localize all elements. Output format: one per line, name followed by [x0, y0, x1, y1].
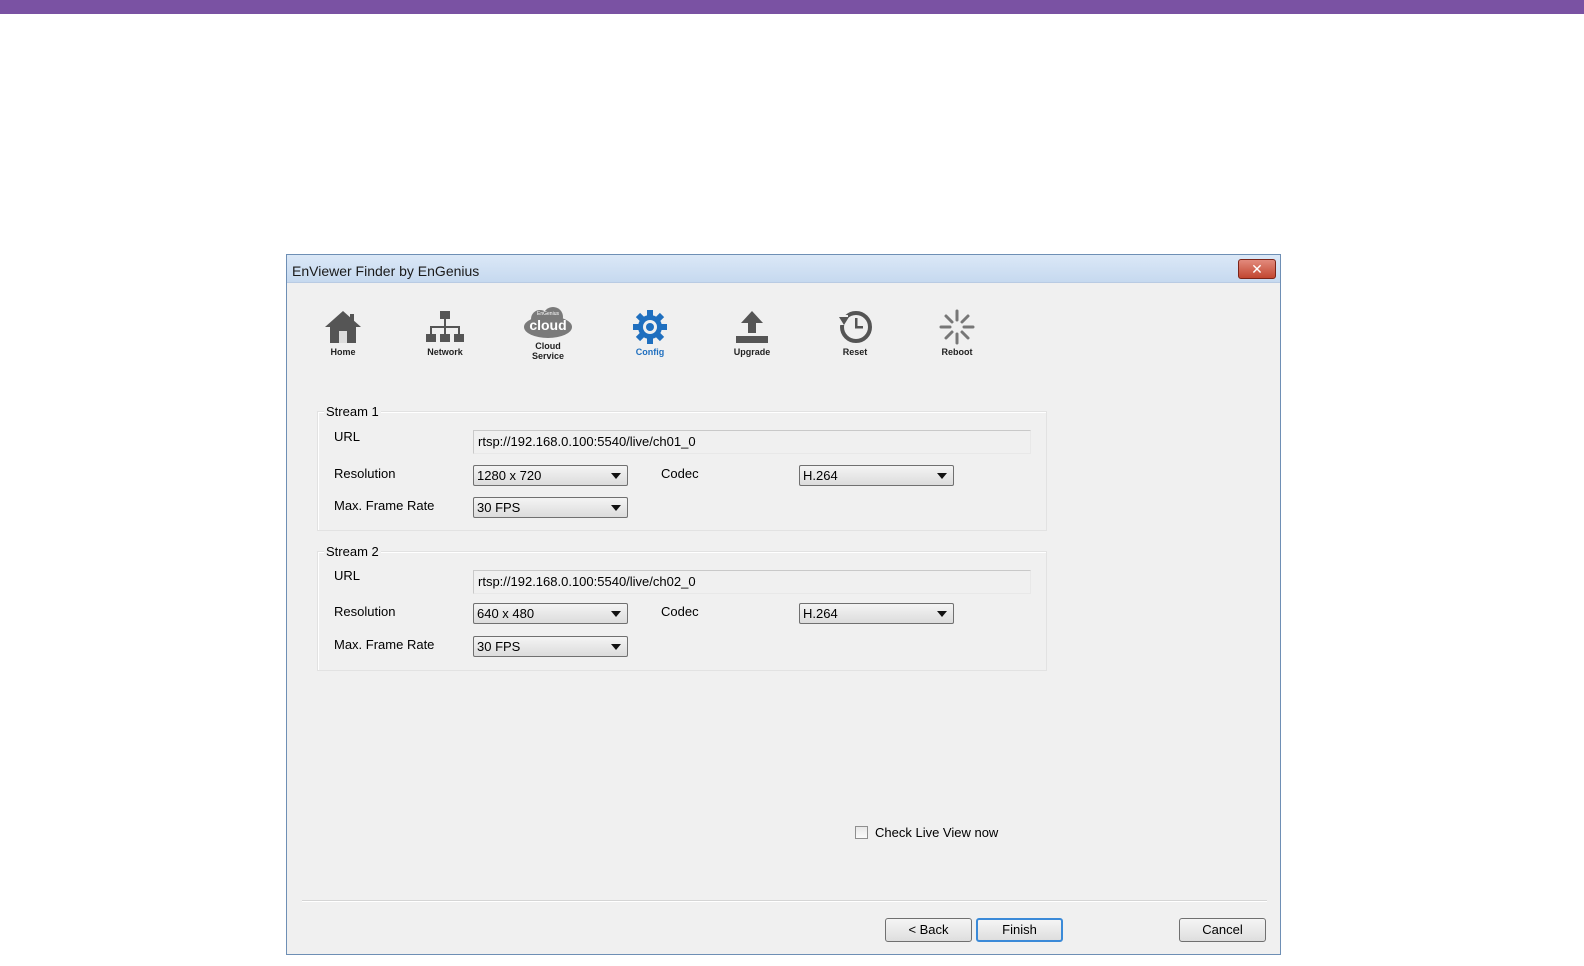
stream-1-url-field[interactable]: rtsp://192.168.0.100:5540/live/ch01_0: [473, 430, 1031, 454]
stream-2-codec-value: H.264: [803, 606, 838, 621]
footer-divider: [302, 900, 1267, 902]
toolbar-item-cloud[interactable]: EnGenius cloud Cloud Service: [503, 307, 593, 361]
stream-2-title: Stream 2: [324, 544, 381, 559]
upload-icon: [736, 311, 768, 343]
app-window: EnViewer Finder by EnGenius ✕ Home Netwo…: [286, 254, 1281, 955]
stream-2-group: Stream 2 URL rtsp://192.168.0.100:5540/l…: [317, 544, 1047, 671]
reset-clock-icon: [838, 311, 872, 343]
chevron-down-icon: [937, 611, 947, 617]
toolbar-label-reset: Reset: [842, 347, 868, 357]
close-button[interactable]: ✕: [1238, 259, 1276, 279]
stream-1-group: Stream 1 URL rtsp://192.168.0.100:5540/l…: [317, 404, 1047, 531]
toolbar-item-upgrade[interactable]: Upgrade: [707, 309, 797, 357]
stream-1-resolution-select[interactable]: 1280 x 720: [473, 465, 628, 486]
stream-1-codec-value: H.264: [803, 468, 838, 483]
stream-2-framerate-value: 30 FPS: [477, 639, 521, 654]
reboot-spinner-icon: [939, 309, 975, 345]
stream-1-framerate-value: 30 FPS: [477, 500, 521, 515]
chevron-down-icon: [611, 644, 621, 650]
stream-2-url-label: URL: [334, 568, 361, 583]
live-view-checkbox[interactable]: [855, 826, 868, 839]
stream-1-framerate-label: Max. Frame Rate: [334, 498, 435, 513]
stream-2-codec-label: Codec: [661, 604, 699, 619]
toolbar-label-network: Network: [427, 347, 463, 357]
cloud-icon-text: cloud: [529, 317, 566, 333]
toolbar-item-config[interactable]: Config: [605, 309, 695, 357]
stream-1-title: Stream 1: [324, 404, 381, 419]
stream-1-codec-select[interactable]: H.264: [799, 465, 954, 486]
toolbar-label-upgrade: Upgrade: [733, 347, 771, 357]
stream-2-framerate-select[interactable]: 30 FPS: [473, 636, 628, 657]
gear-icon: [633, 310, 667, 344]
stream-2-codec-select[interactable]: H.264: [799, 603, 954, 624]
toolbar-label-config: Config: [635, 347, 665, 357]
close-icon: ✕: [1251, 261, 1263, 277]
toolbar-item-network[interactable]: Network: [400, 309, 490, 357]
stream-2-url-field[interactable]: rtsp://192.168.0.100:5540/live/ch02_0: [473, 570, 1031, 594]
live-view-label[interactable]: Check Live View now: [875, 825, 998, 840]
chevron-down-icon: [937, 473, 947, 479]
cancel-button[interactable]: Cancel: [1179, 918, 1266, 942]
chevron-down-icon: [611, 611, 621, 617]
chevron-down-icon: [611, 473, 621, 479]
stream-2-resolution-value: 640 x 480: [477, 606, 535, 621]
stream-1-resolution-label: Resolution: [334, 466, 396, 481]
cloud-icon: EnGenius cloud: [524, 307, 572, 338]
home-icon: [325, 311, 361, 343]
toolbar-item-reset[interactable]: Reset: [810, 309, 900, 357]
stream-2-resolution-select[interactable]: 640 x 480: [473, 603, 628, 624]
network-icon: [426, 311, 464, 342]
page-top-bar: [0, 0, 1584, 14]
chevron-down-icon: [611, 505, 621, 511]
toolbar-item-home[interactable]: Home: [298, 309, 388, 357]
window-title: EnViewer Finder by EnGenius: [292, 263, 480, 279]
stream-2-resolution-label: Resolution: [334, 604, 396, 619]
stream-1-codec-label: Codec: [661, 466, 699, 481]
title-bar: EnViewer Finder by EnGenius ✕: [287, 255, 1280, 283]
stream-1-framerate-select[interactable]: 30 FPS: [473, 497, 628, 518]
toolbar-label-home: Home: [330, 347, 356, 357]
back-button[interactable]: < Back: [885, 918, 972, 942]
finish-button-label: Finish: [1002, 922, 1037, 937]
stream-2-framerate-label: Max. Frame Rate: [334, 637, 435, 652]
stream-1-resolution-value: 1280 x 720: [477, 468, 542, 483]
stream-1-url-label: URL: [334, 429, 361, 444]
finish-button[interactable]: Finish: [976, 918, 1063, 942]
toolbar-label-cloud: Cloud Service: [531, 341, 565, 361]
toolbar-label-reboot: Reboot: [941, 347, 973, 357]
toolbar-item-reboot[interactable]: Reboot: [912, 309, 1002, 357]
